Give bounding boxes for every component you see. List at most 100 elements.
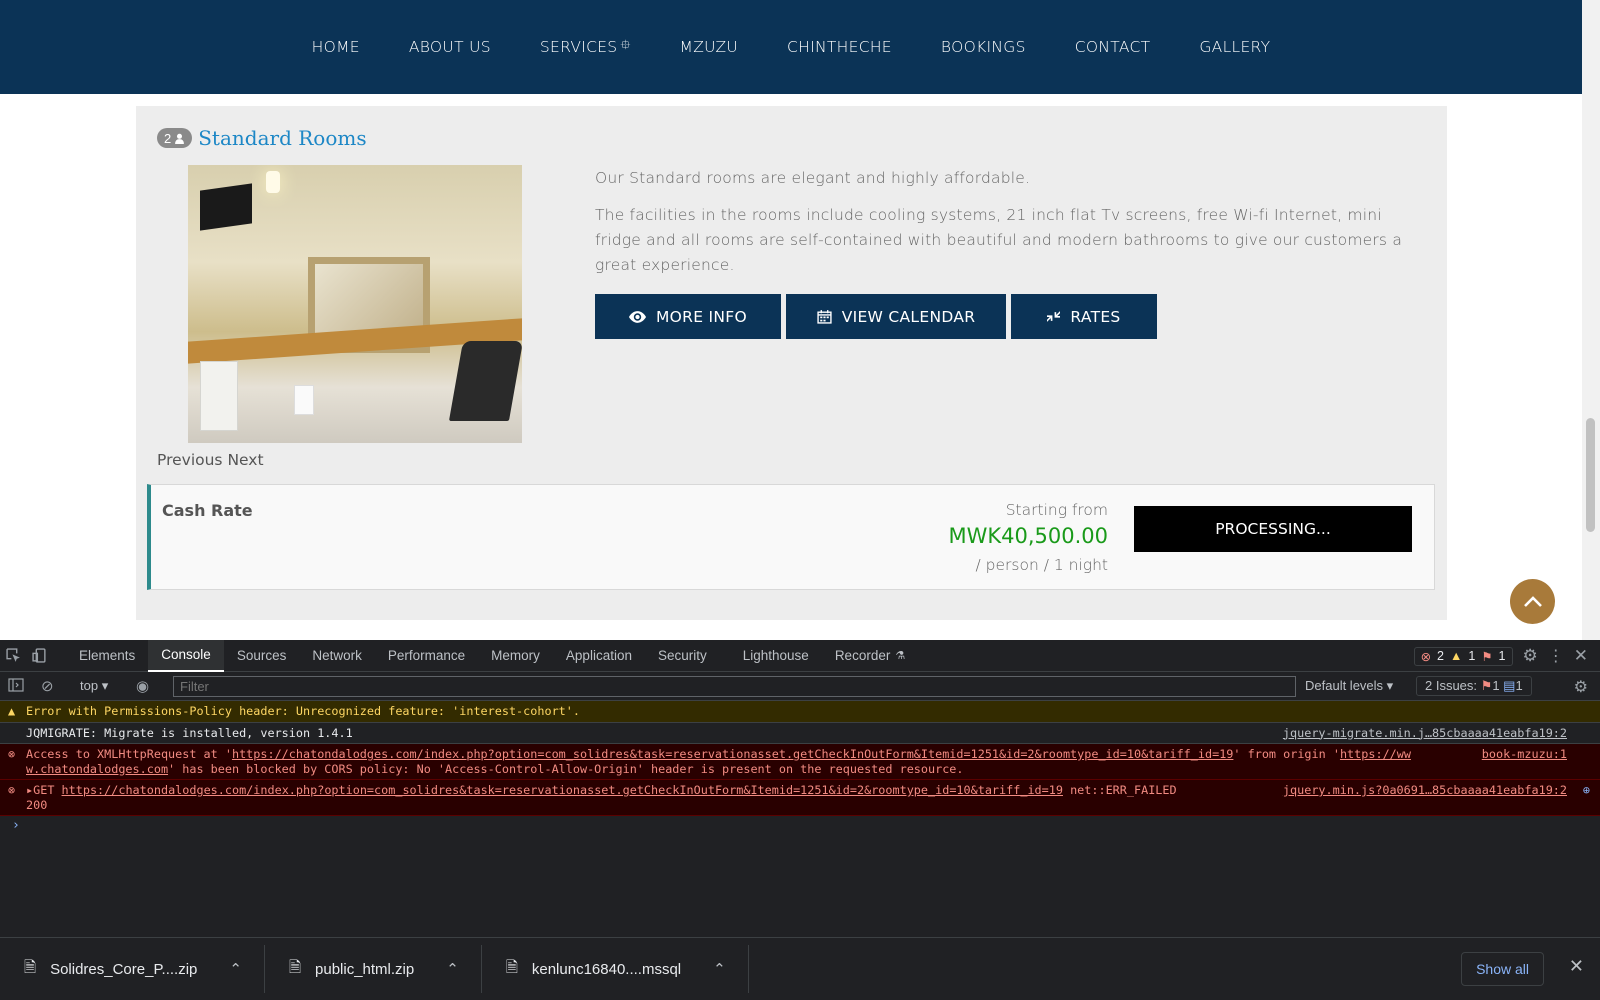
- downloads-bar: 🗎 Solidres_Core_P....zip ⌃ 🗎 public_html…: [0, 937, 1600, 1000]
- nav-services[interactable]: SERVICES ⯐: [515, 36, 655, 58]
- download-item[interactable]: 🗎 kenlunc16840....mssql ⌃: [482, 945, 749, 993]
- close-downloads-icon[interactable]: ✕: [1569, 956, 1584, 977]
- cors-source-link[interactable]: book-mzuzu:1: [1482, 747, 1567, 762]
- more-options-icon[interactable]: ⋮: [1548, 646, 1564, 666]
- tab-performance[interactable]: Performance: [375, 640, 478, 672]
- warning-icon: ▲: [1450, 649, 1463, 663]
- settings-gear-icon[interactable]: ⚙: [1523, 646, 1538, 666]
- download-filename: Solidres_Core_P....zip: [50, 960, 198, 978]
- chevron-up-icon[interactable]: ⌃: [713, 960, 726, 978]
- levels-caret-icon: ▾: [1386, 678, 1394, 693]
- chevron-up-icon[interactable]: ⌃: [446, 960, 459, 978]
- download-filename: kenlunc16840....mssql: [531, 960, 682, 978]
- console-counts[interactable]: ⊗ 2 ▲ 1 ⚑ 1: [1413, 646, 1513, 666]
- show-all-downloads-button[interactable]: Show all: [1461, 952, 1544, 986]
- console-settings-icon[interactable]: ⚙: [1574, 677, 1588, 697]
- cors-origin-link-cont[interactable]: w.chatondalodges.com: [26, 762, 168, 776]
- description-para-2: The facilities in the rooms include cool…: [595, 206, 1403, 274]
- tariff-price-block: Starting from MWK40,500.00 / person / 1 …: [948, 501, 1108, 574]
- error-circle-icon: ⊗: [8, 783, 16, 797]
- context-selector[interactable]: top ▾: [80, 678, 108, 694]
- nav-gallery[interactable]: GALLERY: [1175, 38, 1295, 56]
- get-source-link[interactable]: jquery.min.js?0a0691…85cbaaaa41eabfa19:2: [1283, 783, 1567, 798]
- photo-bin: [294, 385, 314, 415]
- tab-memory[interactable]: Memory: [478, 640, 553, 672]
- cors-mid: ' from origin ': [1233, 747, 1340, 761]
- download-item[interactable]: 🗎 Solidres_Core_P....zip ⌃: [0, 945, 265, 993]
- cors-url-link[interactable]: https://chatondalodges.com/index.php?opt…: [232, 747, 1233, 761]
- nav-contact[interactable]: CONTACT: [1050, 38, 1175, 56]
- cors-prefix: Access to XMLHttpRequest at ': [26, 747, 232, 761]
- console-error-cors: ⊗ Access to XMLHttpRequest at 'https://c…: [0, 744, 1600, 780]
- context-value: top: [80, 678, 99, 693]
- issues-button[interactable]: 2 Issues: ⚑1 ▤1: [1416, 676, 1532, 696]
- occupancy-badge: 2: [157, 128, 193, 148]
- occupancy-count: 2: [164, 130, 172, 146]
- rates-button[interactable]: RATES: [1011, 294, 1157, 339]
- carousel-previous[interactable]: Previous: [157, 451, 223, 469]
- tab-network[interactable]: Network: [299, 640, 375, 672]
- tab-console[interactable]: Console: [148, 639, 224, 672]
- carousel-next[interactable]: Next: [227, 451, 263, 469]
- tab-lighthouse[interactable]: Lighthouse: [730, 640, 822, 672]
- context-caret-icon: ▾: [101, 678, 109, 693]
- tab-elements[interactable]: Elements: [66, 640, 148, 672]
- tab-security[interactable]: Security: [645, 640, 720, 672]
- download-item[interactable]: 🗎 public_html.zip ⌃: [265, 945, 482, 993]
- tariff-name: Cash Rate: [162, 501, 253, 520]
- compress-icon: [1047, 311, 1061, 322]
- devtools-tabbar-right: ⊗ 2 ▲ 1 ⚑ 1 ⚙ ⋮ ✕: [1413, 640, 1600, 672]
- page-scrollbar-thumb[interactable]: [1586, 418, 1595, 532]
- cors-origin-link[interactable]: https://ww: [1340, 747, 1411, 761]
- console-filter-input[interactable]: [173, 676, 1296, 697]
- device-toolbar-icon[interactable]: [26, 640, 52, 672]
- page-content: 2 Standard Rooms Previous Next Our Stand…: [0, 94, 1582, 640]
- clear-console-icon[interactable]: ⊘: [41, 677, 54, 695]
- file-icon: 🗎: [505, 958, 518, 976]
- issues-red-count: 1: [1492, 678, 1500, 693]
- file-icon: 🗎: [288, 958, 302, 976]
- live-expression-eye-icon[interactable]: ◉: [136, 677, 149, 695]
- get-url-link[interactable]: https://chatondalodges.com/index.php?opt…: [62, 783, 1063, 797]
- chevron-up-icon[interactable]: ⌃: [229, 960, 242, 978]
- inspect-element-icon[interactable]: [0, 640, 26, 672]
- more-info-button[interactable]: MORE INFO: [595, 294, 781, 339]
- sidebar-toggle-icon[interactable]: [8, 678, 24, 695]
- get-status: 200: [26, 797, 48, 812]
- network-request-icon[interactable]: ⊕: [1583, 783, 1590, 798]
- more-info-label: MORE INFO: [655, 307, 748, 326]
- console-info: JQMIGRATE: Migrate is installed, version…: [0, 723, 1600, 744]
- log-levels-select[interactable]: Default levels ▾: [1305, 678, 1393, 694]
- close-devtools-icon[interactable]: ✕: [1574, 646, 1588, 666]
- scroll-to-top-button[interactable]: [1510, 579, 1555, 624]
- starting-from-label: Starting from: [1005, 501, 1108, 519]
- carousel-nav: Previous Next: [157, 451, 264, 469]
- issues-label: 2 Issues:: [1425, 678, 1478, 693]
- room-description: Our Standard rooms are elegant and highl…: [595, 166, 1405, 290]
- room-name[interactable]: Standard Rooms: [198, 126, 366, 150]
- photo-fridge: [200, 361, 238, 431]
- room-photo[interactable]: [188, 165, 522, 443]
- get-prefix: GET: [33, 783, 62, 797]
- processing-button[interactable]: PROCESSING...: [1134, 506, 1412, 552]
- nav-chintheche[interactable]: CHINTHECHE: [763, 38, 917, 56]
- nav-mzuzu[interactable]: MZUZU: [655, 38, 763, 56]
- console-prompt[interactable]: ›: [0, 816, 1600, 835]
- tab-sources[interactable]: Sources: [224, 640, 300, 672]
- tab-recorder[interactable]: Recorder ⚗: [822, 640, 918, 672]
- nav-about-us[interactable]: ABOUT US: [384, 38, 515, 56]
- nav-bookings[interactable]: BOOKINGS: [916, 38, 1050, 56]
- info-source-link[interactable]: jquery-migrate.min.j…85cbaaaa41eabfa19:2: [1283, 726, 1567, 741]
- view-calendar-button[interactable]: VIEW CALENDAR: [786, 294, 1006, 339]
- page-scrollbar[interactable]: [1582, 0, 1600, 640]
- devtools-panel: Elements Console Sources Network Perform…: [0, 639, 1600, 937]
- console-toolbar: ⊘ top ▾ ◉ Default levels ▾ 2 Issues: ⚑1 …: [0, 672, 1600, 701]
- room-actions: MORE INFO VIEW CALENDAR RATES: [595, 294, 1157, 339]
- tab-application[interactable]: Application: [553, 640, 645, 672]
- tariff-price: MWK40,500.00: [948, 524, 1108, 548]
- nav-home[interactable]: HOME: [287, 38, 384, 56]
- photo-tv: [200, 183, 252, 231]
- issue-info-icon: ▤: [1503, 678, 1516, 693]
- issue-flag-icon: ⚑: [1481, 649, 1493, 664]
- warning-text: Error with Permissions-Policy header: Un…: [26, 704, 580, 718]
